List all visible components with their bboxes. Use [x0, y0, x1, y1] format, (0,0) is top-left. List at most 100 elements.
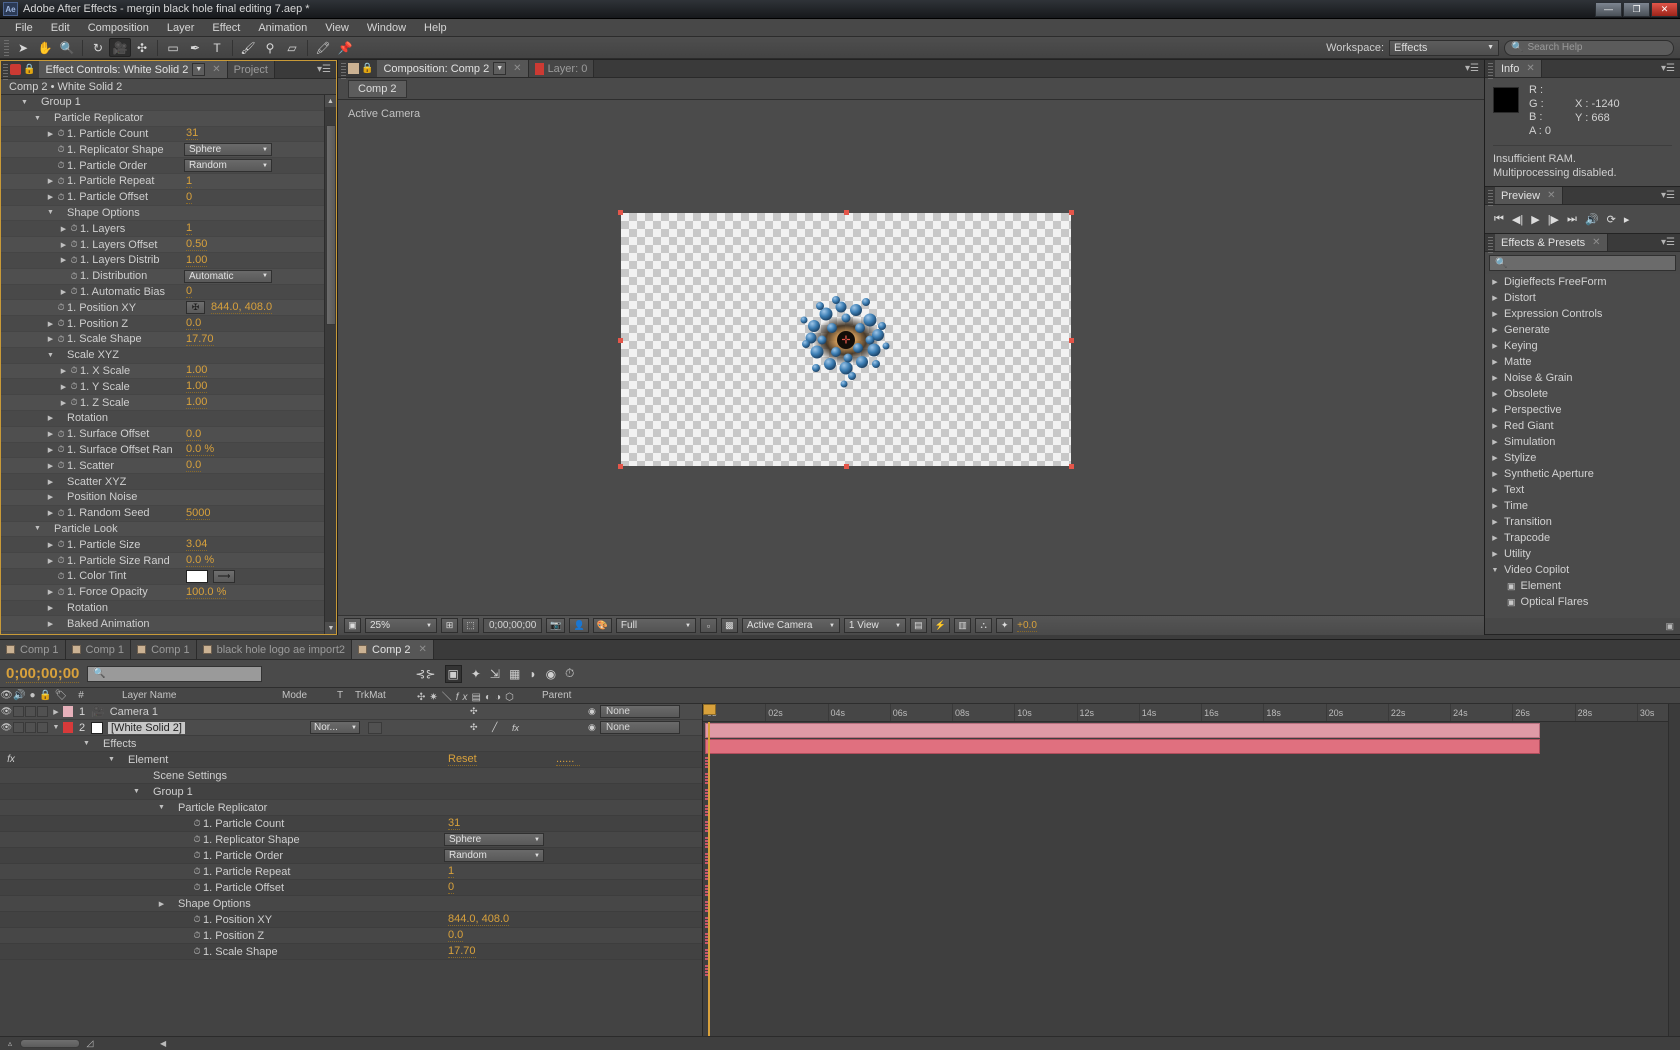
twirl-down-icon[interactable]	[20, 99, 29, 106]
timeline-property-row[interactable]: ⏱ 1. Particle Offset 0	[0, 880, 702, 896]
effects-category-item[interactable]: Utility	[1485, 546, 1680, 562]
twirl-down-icon[interactable]	[82, 740, 91, 747]
parent-select[interactable]: None	[600, 721, 680, 734]
close-icon[interactable]: ✕	[1526, 63, 1534, 74]
twirl-down-icon[interactable]	[46, 352, 55, 359]
region-of-interest-toggle[interactable]: ▫	[699, 618, 717, 633]
selection-handle[interactable]	[844, 210, 849, 215]
stopwatch-icon[interactable]: ⏱	[191, 914, 203, 925]
twirl-right-icon[interactable]	[59, 241, 68, 249]
timeline-property-row[interactable]: Shape Options	[0, 896, 702, 912]
property-value[interactable]: 31	[448, 817, 461, 830]
layer-label-color[interactable]	[63, 722, 73, 733]
tab-effect-controls[interactable]: Effect Controls: White Solid 2 ▼ ✕	[39, 61, 228, 78]
property-value[interactable]: 1.00	[186, 396, 208, 410]
effect-property-row[interactable]: Baked Animation	[1, 616, 336, 633]
twirl-down-icon[interactable]	[33, 115, 42, 122]
effects-category-item[interactable]: Expression Controls	[1485, 306, 1680, 322]
stopwatch-icon[interactable]: ⏱	[55, 571, 67, 582]
lock-icon[interactable]: 🔒	[361, 63, 373, 77]
comp-flowchart-button[interactable]: ⛬	[975, 618, 993, 633]
twirl-right-icon[interactable]	[1491, 278, 1499, 286]
play-icon[interactable]: ▶	[1531, 213, 1539, 226]
effect-controls-list[interactable]: Group 1Particle Replicator⏱1. Particle C…	[1, 95, 336, 634]
close-icon[interactable]: ✕	[1547, 190, 1555, 201]
panel-menu-icon[interactable]: ▾☰	[1656, 234, 1680, 251]
stopwatch-icon[interactable]: ⏱	[55, 444, 67, 455]
menu-window[interactable]: Window	[358, 20, 415, 36]
audio-toggle-cell[interactable]	[13, 706, 24, 717]
grid-guides-button[interactable]: ⊞	[441, 618, 458, 633]
stopwatch-icon[interactable]: ⏱	[68, 286, 80, 297]
zoom-in-icon[interactable]: ◿	[80, 1038, 100, 1049]
current-time-indicator[interactable]	[708, 722, 710, 1036]
twirl-right-icon[interactable]	[46, 541, 55, 549]
property-value[interactable]: Reset	[448, 753, 477, 766]
twirl-right-icon[interactable]	[1491, 374, 1499, 382]
shape-tool-icon[interactable]: ▭	[162, 38, 184, 57]
effect-property-row[interactable]: Rotation	[1, 410, 336, 427]
property-value[interactable]: 1.00	[186, 364, 208, 378]
menu-layer[interactable]: Layer	[158, 20, 204, 36]
effects-category-item[interactable]: Generate	[1485, 322, 1680, 338]
twirl-right-icon[interactable]	[157, 900, 166, 908]
layer-effects-switch-icon[interactable]: fx	[512, 723, 519, 733]
property-dropdown[interactable]: Sphere ▼	[444, 833, 544, 846]
stopwatch-icon[interactable]: ⏱	[68, 255, 80, 266]
selection-handle[interactable]	[844, 464, 849, 469]
twirl-right-icon[interactable]	[1491, 358, 1499, 366]
timeline-layer-row[interactable]: 👁 2 [White Solid 2] Nor...▼ ✣ ╱ fx ◉ None	[0, 720, 702, 736]
effect-property-row[interactable]: ⏱ 1. Replicator Shape Sphere ▼	[1, 142, 336, 159]
effects-category-item[interactable]: Video Copilot	[1485, 562, 1680, 578]
timeline-tab[interactable]: Comp 2 ✕	[352, 640, 434, 659]
twirl-right-icon[interactable]	[1491, 550, 1499, 558]
twirl-down-icon[interactable]	[132, 788, 141, 795]
effects-presets-list[interactable]: Digieffects FreeForm Distort Expression Co…	[1485, 274, 1680, 618]
effects-category-item[interactable]: Simulation	[1485, 434, 1680, 450]
property-value[interactable]: 0.50	[186, 238, 208, 252]
twirl-right-icon[interactable]	[59, 288, 68, 296]
pixel-aspect-correction-button[interactable]: ▤	[909, 618, 927, 633]
show-snapshot-button[interactable]: 👤	[569, 618, 589, 633]
effects-preset-item[interactable]: ▣ Optical Flares	[1485, 594, 1680, 610]
draft-3d-icon[interactable]: ▣	[444, 664, 462, 683]
twirl-right-icon[interactable]	[1491, 438, 1499, 446]
property-dropdown[interactable]: Random ▼	[184, 159, 272, 173]
effect-property-row[interactable]: ⏱ 1. Position XY ✠ 844.0, 408.0	[1, 300, 336, 317]
effect-property-row[interactable]: ⏱1. Position Z 0.0	[1, 316, 336, 332]
effects-presets-search-input[interactable]: 🔍	[1489, 255, 1676, 271]
effect-property-row[interactable]: ⏱ 1. Color Tint ⟶	[1, 568, 336, 585]
selection-handle[interactable]	[618, 464, 623, 469]
property-value[interactable]: 17.70	[186, 333, 214, 346]
property-value[interactable]: 1	[448, 865, 455, 878]
timeline-property-row[interactable]: ⏱ 1. Replicator Shape Sphere ▼	[0, 832, 702, 848]
effect-property-row[interactable]: ⏱1. Automatic Bias 0	[1, 284, 336, 301]
always-preview-button[interactable]: ▣	[344, 618, 361, 633]
tab-composition-comp2[interactable]: Composition: Comp 2 ▼ ✕	[377, 60, 529, 77]
selection-handle[interactable]	[1069, 337, 1074, 343]
twirl-right-icon[interactable]	[46, 493, 55, 501]
twirl-down-icon[interactable]	[157, 804, 166, 811]
effect-property-row[interactable]: ⏱1. Particle Size 3.04	[1, 537, 336, 554]
property-dropdown[interactable]: Sphere ▼	[184, 143, 272, 157]
timeline-vertical-scrollbar[interactable]	[1668, 704, 1680, 1036]
twirl-right-icon[interactable]	[46, 130, 55, 138]
property-value[interactable]: 1.00	[186, 254, 208, 267]
timeline-current-time[interactable]: 0;00;00;00	[6, 665, 80, 683]
effect-controls-scrollbar[interactable]: ▲ ▼	[324, 95, 336, 634]
stopwatch-icon[interactable]: ⏱	[55, 555, 67, 566]
twirl-right-icon[interactable]	[59, 367, 68, 375]
selection-handle[interactable]	[618, 210, 623, 215]
twirl-right-icon[interactable]	[46, 335, 55, 343]
twirl-right-icon[interactable]	[1491, 310, 1499, 318]
camera-view-select[interactable]: Active Camera ▼	[741, 618, 840, 633]
effects-category-item[interactable]: Time	[1485, 498, 1680, 514]
stopwatch-icon[interactable]: ⏱	[191, 834, 203, 845]
selection-handle[interactable]	[618, 337, 623, 343]
scroll-down-icon[interactable]: ▼	[325, 622, 336, 634]
effect-property-row[interactable]: ⏱1. Scale Shape 17.70	[1, 331, 336, 348]
close-icon[interactable]: ✕	[419, 644, 427, 655]
stopwatch-icon[interactable]: ⏱	[191, 850, 203, 861]
hand-tool-icon[interactable]: ✋	[34, 38, 56, 57]
effect-property-row[interactable]: ⏱1. Particle Repeat 1	[1, 173, 336, 190]
